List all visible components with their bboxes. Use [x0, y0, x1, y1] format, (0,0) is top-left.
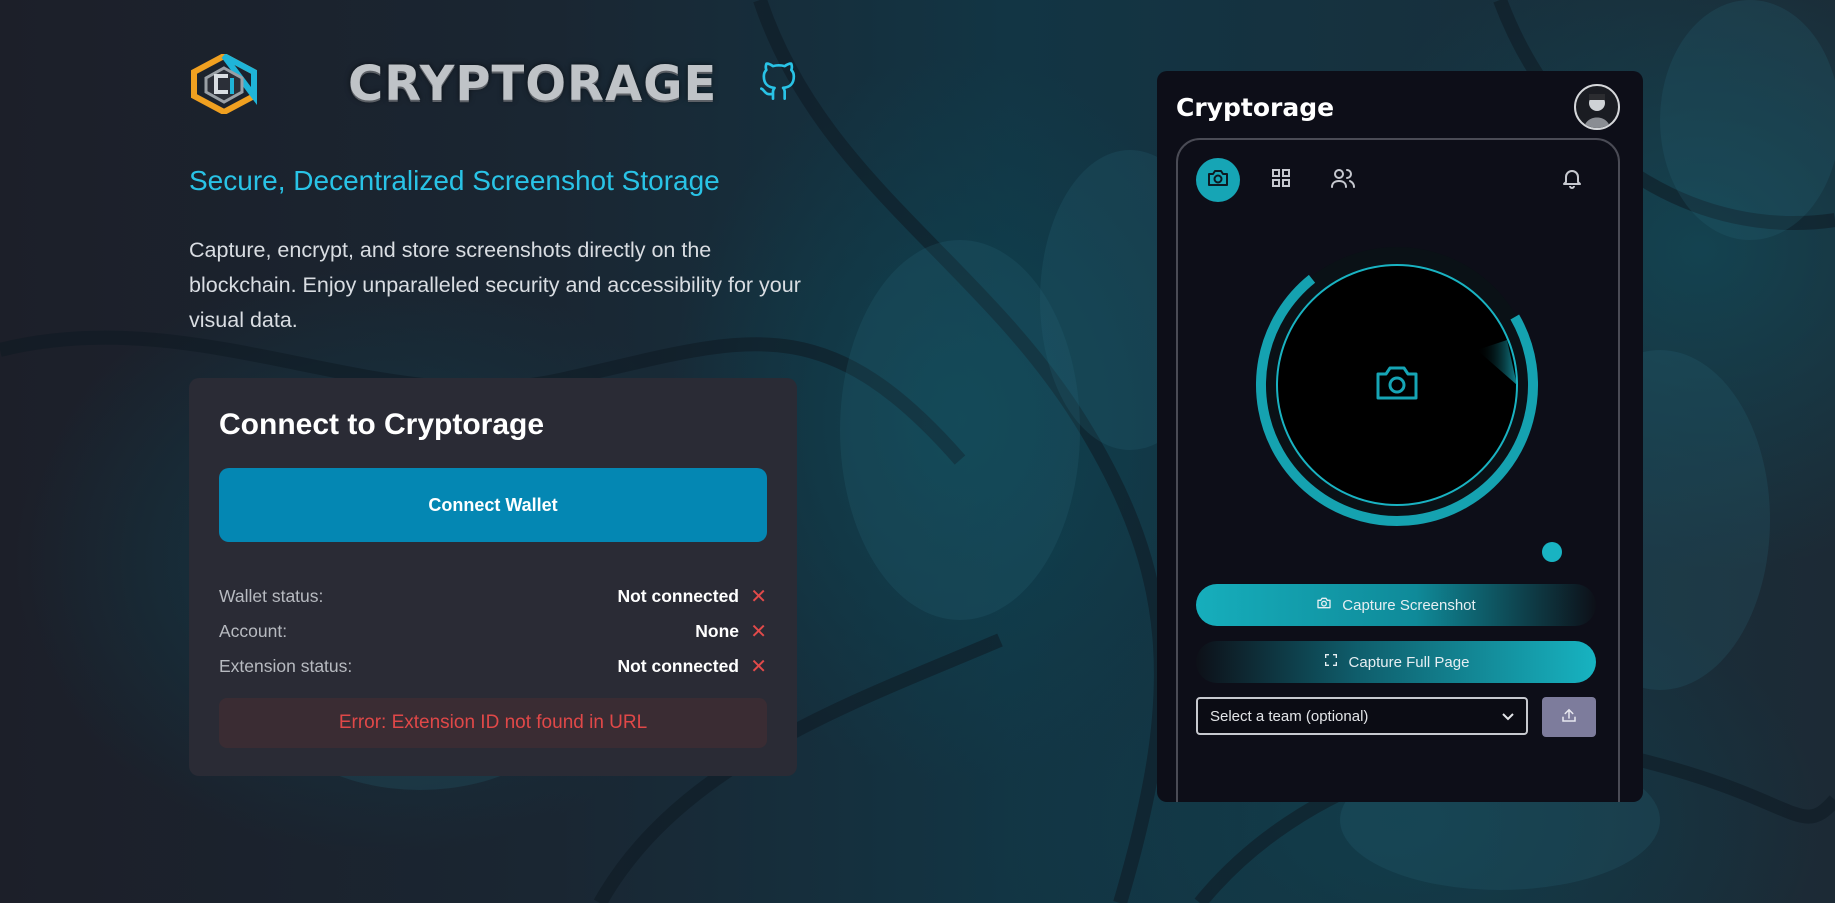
- wallet-status-row: Wallet status: Not connected ✕: [219, 586, 767, 612]
- account-label: Account:: [219, 621, 288, 641]
- extension-status-label: Extension status:: [219, 656, 353, 676]
- github-icon[interactable]: [758, 60, 798, 104]
- connect-wallet-button[interactable]: Connect Wallet: [219, 468, 767, 542]
- close-icon: ✕: [750, 586, 767, 608]
- capture-ring[interactable]: [1252, 240, 1542, 530]
- tab-teams[interactable]: [1321, 158, 1365, 202]
- chevron-down-icon: [1502, 708, 1514, 725]
- fullscreen-icon: [1323, 652, 1339, 672]
- wallet-status-label: Wallet status:: [219, 586, 324, 606]
- close-icon: ✕: [750, 621, 767, 643]
- error-message: Error: Extension ID not found in URL: [219, 698, 767, 748]
- wallet-status-value: Not connected: [617, 586, 739, 606]
- status-dot: [1542, 542, 1562, 562]
- team-select-value: Select a team (optional): [1210, 707, 1369, 725]
- hero-tagline: Secure, Decentralized Screenshot Storage: [189, 165, 720, 196]
- close-icon: ✕: [750, 656, 767, 678]
- capture-screenshot-button[interactable]: Capture Screenshot: [1196, 584, 1596, 626]
- bell-icon: [1560, 166, 1584, 194]
- grid-icon: [1269, 166, 1293, 194]
- camera-icon: [1316, 595, 1332, 615]
- extension-status-value: Not connected: [617, 656, 739, 676]
- cryptorage-logo-icon[interactable]: [188, 52, 260, 116]
- team-select[interactable]: Select a team (optional): [1196, 697, 1528, 735]
- avatar[interactable]: [1574, 84, 1620, 130]
- capture-full-page-button[interactable]: Capture Full Page: [1196, 641, 1596, 683]
- tab-capture[interactable]: [1196, 158, 1240, 202]
- extension-popup: Cryptorage Capture Screenshot Capture Fu…: [1157, 71, 1643, 802]
- connect-card: Connect to Cryptorage Connect Wallet Wal…: [189, 378, 797, 776]
- wordmark: CRYPTORAGE: [348, 56, 718, 112]
- upload-button[interactable]: [1542, 697, 1596, 737]
- capture-screenshot-label: Capture Screenshot: [1342, 596, 1476, 614]
- account-row: Account: None ✕: [219, 621, 767, 647]
- camera-icon: [1206, 166, 1230, 194]
- capture-full-page-label: Capture Full Page: [1348, 653, 1470, 671]
- tab-gallery[interactable]: [1259, 158, 1303, 202]
- upload-icon: [1560, 706, 1578, 728]
- extension-status-row: Extension status: Not connected ✕: [219, 656, 767, 682]
- hero-description: Capture, encrypt, and store screenshots …: [189, 238, 801, 332]
- connect-card-title: Connect to Cryptorage: [219, 408, 545, 441]
- extension-title: Cryptorage: [1176, 93, 1335, 122]
- notifications-button[interactable]: [1550, 158, 1594, 202]
- account-value: None: [695, 621, 739, 641]
- users-icon: [1330, 166, 1356, 194]
